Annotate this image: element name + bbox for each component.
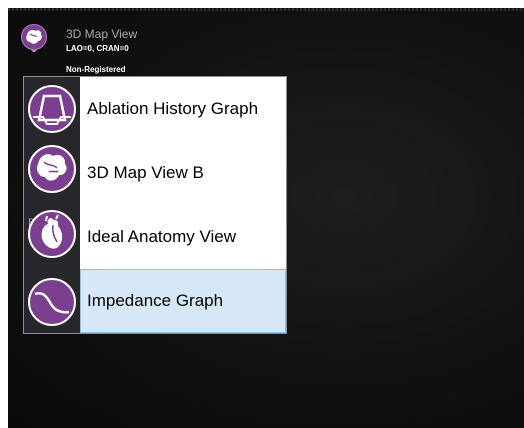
ablation-history-icon: [28, 85, 76, 133]
menu-item-label: 3D Map View B: [87, 163, 204, 182]
menu-item-3d-map-view-b[interactable]: 3D Map View B: [24, 141, 286, 205]
heart-map-icon[interactable]: [20, 24, 48, 52]
impedance-curve-icon: [28, 278, 76, 326]
view-title: 3D Map View: [66, 27, 138, 41]
menu-item-label: Impedance Graph: [87, 291, 224, 310]
view-selector-menu: Ablation History Graph 3D Map View B B I…: [23, 76, 287, 334]
menu-item-ideal-anatomy-view[interactable]: Ideal Anatomy View: [24, 205, 286, 269]
view-angles: LAO=0, CRAN=0: [66, 44, 129, 53]
heart-anatomy-icon: [28, 210, 76, 258]
registration-status: Non-Registered: [66, 65, 126, 74]
menu-item-label: Ablation History Graph: [87, 99, 259, 118]
heart-map-icon: [28, 145, 76, 193]
menu-item-label: Ideal Anatomy View: [87, 227, 236, 246]
menu-item-ablation-history-graph[interactable]: Ablation History Graph: [24, 77, 286, 141]
